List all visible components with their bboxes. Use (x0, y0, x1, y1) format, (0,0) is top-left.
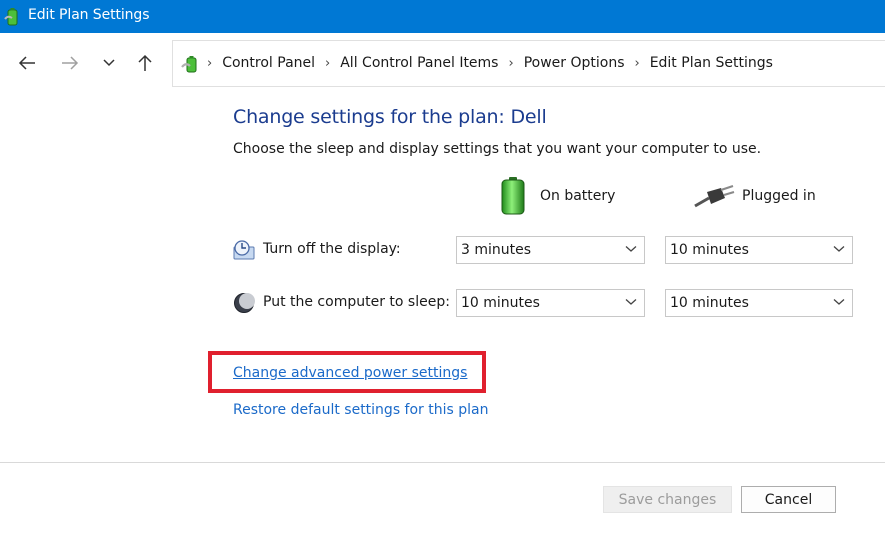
chevron-down-icon (103, 59, 115, 67)
turn-off-display-label: Turn off the display: (263, 241, 401, 257)
page-description: Choose the sleep and display settings th… (233, 141, 762, 157)
navigation-bar: › Control Panel › All Control Panel Item… (0, 33, 885, 95)
sleep-plugged-in-select[interactable]: 10 minutes (665, 289, 853, 317)
sleep-label: Put the computer to sleep: (263, 294, 450, 310)
change-advanced-power-settings-link[interactable]: Change advanced power settings (233, 365, 467, 381)
arrow-up-icon (138, 54, 152, 71)
breadcrumb-edit-plan-settings[interactable]: Edit Plan Settings (650, 55, 773, 71)
save-changes-button[interactable]: Save changes (603, 486, 732, 513)
address-bar[interactable]: › Control Panel › All Control Panel Item… (172, 40, 885, 87)
up-button[interactable] (133, 51, 157, 75)
chevron-down-icon (833, 246, 845, 252)
power-options-icon (4, 7, 22, 31)
display-timer-icon (233, 239, 255, 265)
recent-locations-button[interactable] (97, 51, 121, 75)
display-on-battery-select[interactable]: 3 minutes (456, 236, 645, 264)
arrow-right-icon (62, 56, 79, 70)
chevron-down-icon (625, 299, 637, 305)
plugged-in-header: Plugged in (742, 188, 816, 204)
window-title: Edit Plan Settings (28, 7, 150, 23)
title-bar: Edit Plan Settings (0, 0, 885, 33)
display-plugged-in-select[interactable]: 10 minutes (665, 236, 853, 264)
forward-button[interactable] (58, 51, 82, 75)
sleep-moon-icon (233, 292, 255, 318)
sleep-on-battery-select[interactable]: 10 minutes (456, 289, 645, 317)
page-title: Change settings for the plan: Dell (233, 106, 547, 128)
breadcrumb-power-options[interactable]: Power Options (524, 55, 625, 71)
breadcrumb-all-control-panel-items[interactable]: All Control Panel Items (340, 55, 498, 71)
breadcrumb-control-panel[interactable]: Control Panel (222, 55, 315, 71)
restore-default-settings-link[interactable]: Restore default settings for this plan (233, 402, 489, 418)
back-button[interactable] (15, 51, 39, 75)
on-battery-header: On battery (540, 188, 616, 204)
chevron-down-icon (833, 299, 845, 305)
cancel-button[interactable]: Cancel (741, 486, 836, 513)
arrow-left-icon (18, 56, 35, 70)
breadcrumb: › Control Panel › All Control Panel Item… (207, 55, 773, 71)
footer-divider (0, 462, 885, 463)
chevron-down-icon (625, 246, 637, 252)
power-plug-icon (693, 184, 735, 214)
control-panel-icon (181, 53, 201, 79)
battery-icon (498, 176, 528, 220)
